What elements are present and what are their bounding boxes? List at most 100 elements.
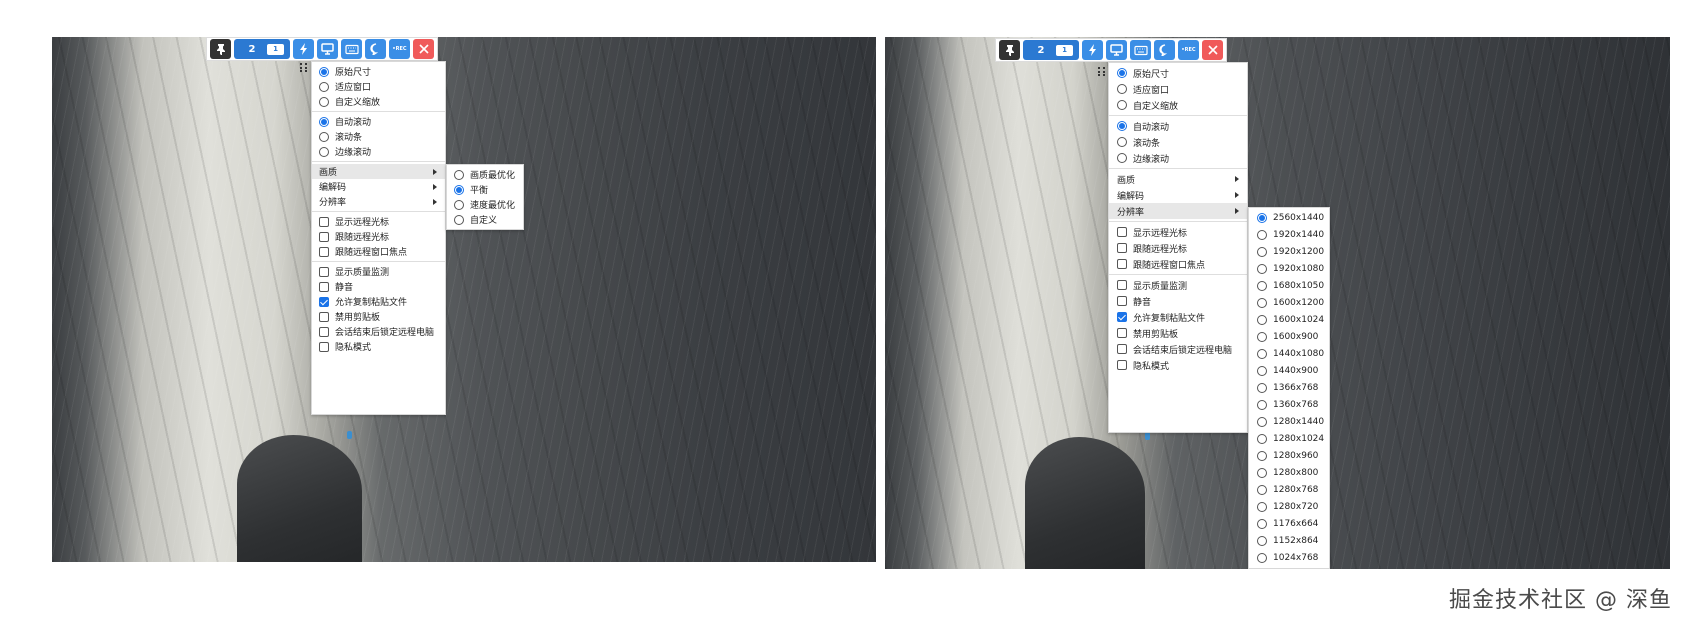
menu-item-show-remote-cursor[interactable]: 显示远程光标	[312, 214, 445, 229]
menu-item-scroll-bar[interactable]: 滚动条	[1109, 134, 1247, 150]
chat-icon	[369, 43, 378, 55]
drag-handle-icon[interactable]	[1098, 67, 1106, 77]
menu-item-scroll-auto[interactable]: 自动滚动	[312, 114, 445, 129]
resolution-option[interactable]: 1280x768	[1249, 482, 1329, 498]
menu-item-quality-monitor[interactable]: 显示质量监测	[1109, 277, 1247, 293]
record-button[interactable]: •REC	[1178, 40, 1199, 60]
menu-item-disable-clipboard[interactable]: 禁用剪贴板	[312, 309, 445, 324]
menu-item-scale-custom[interactable]: 自定义缩放	[1109, 97, 1247, 113]
radio-icon	[1257, 298, 1267, 308]
drag-handle-icon[interactable]	[300, 63, 308, 73]
menu-item-disable-clipboard[interactable]: 禁用剪贴板	[1109, 325, 1247, 341]
menu-item-follow-window-focus[interactable]: 跟随远程窗口焦点	[1109, 256, 1247, 272]
resolution-option[interactable]: 1176x664	[1249, 516, 1329, 532]
action-button[interactable]	[1082, 40, 1103, 60]
resolution-option[interactable]: 1024x768	[1249, 550, 1329, 566]
record-button[interactable]: •REC	[389, 39, 410, 59]
resolution-option[interactable]: 1600x1024	[1249, 312, 1329, 328]
menu-item-follow-remote-cursor[interactable]: 跟随远程光标	[1109, 240, 1247, 256]
resolution-option[interactable]: 1280x1440	[1249, 414, 1329, 430]
radio-icon	[1257, 349, 1267, 359]
menu-item-privacy-mode[interactable]: 隐私模式	[312, 339, 445, 354]
menu-item-resolution[interactable]: 分辨率	[312, 194, 445, 209]
resolution-option[interactable]: 1280x800	[1249, 465, 1329, 481]
quality-option-speed[interactable]: 速度最优化	[447, 197, 523, 212]
menu-item-allow-file-copy[interactable]: 允许复制粘贴文件	[312, 294, 445, 309]
menu-item-show-remote-cursor[interactable]: 显示远程光标	[1109, 224, 1247, 240]
chat-button[interactable]	[1154, 40, 1175, 60]
menu-item-scroll-edge[interactable]: 边缘滚动	[1109, 150, 1247, 166]
resolution-option[interactable]: 1920x1080	[1249, 261, 1329, 277]
keyboard-button[interactable]	[341, 39, 362, 59]
menu-item-scale-fit[interactable]: 适应窗口	[312, 79, 445, 94]
monitor-sub-number[interactable]: 1	[267, 43, 284, 55]
menu-item-allow-file-copy[interactable]: 允许复制粘贴文件	[1109, 309, 1247, 325]
menu-item-scroll-auto[interactable]: 自动滚动	[1109, 118, 1247, 134]
menu-item-scroll-edge[interactable]: 边缘滚动	[312, 144, 445, 159]
monitor-main-number: 2	[248, 43, 256, 55]
resolution-option[interactable]: 1152x864	[1249, 533, 1329, 549]
menu-item-lock-after-session[interactable]: 会话结束后锁定远程电脑	[312, 324, 445, 339]
resolution-option[interactable]: 1280x1024	[1249, 431, 1329, 447]
resolution-option[interactable]: 1600x1200	[1249, 295, 1329, 311]
checkbox-icon	[319, 326, 329, 337]
resolution-option[interactable]: 1440x1080	[1249, 346, 1329, 362]
menu-item-follow-remote-cursor[interactable]: 跟随远程光标	[312, 229, 445, 244]
radio-icon	[1117, 137, 1127, 147]
resolution-option[interactable]: 2560x1440	[1249, 210, 1329, 226]
menu-item-scale-custom[interactable]: 自定义缩放	[312, 94, 445, 109]
chat-button[interactable]	[365, 39, 386, 59]
resolution-option[interactable]: 1360x768	[1249, 397, 1329, 413]
pin-button[interactable]	[210, 39, 231, 59]
close-session-button[interactable]	[1202, 40, 1223, 60]
resolution-option[interactable]: 1680x1050	[1249, 278, 1329, 294]
menu-item-follow-window-focus[interactable]: 跟随远程窗口焦点	[312, 244, 445, 259]
menu-item-mute[interactable]: 静音	[312, 279, 445, 294]
resolution-option[interactable]: 1920x1440	[1249, 227, 1329, 243]
quality-option-custom[interactable]: 自定义	[447, 212, 523, 227]
menu-item-lock-after-session[interactable]: 会话结束后锁定远程电脑	[1109, 341, 1247, 357]
menu-item-privacy-mode[interactable]: 隐私模式	[1109, 357, 1247, 373]
pin-button[interactable]	[999, 40, 1020, 60]
menu-item-quality[interactable]: 画质	[1109, 171, 1247, 187]
monitor-switcher[interactable]: 2 1	[1023, 40, 1079, 60]
resolution-option[interactable]: 1280x960	[1249, 448, 1329, 464]
monitor-sub-number[interactable]: 1	[1056, 44, 1073, 56]
resolution-option[interactable]: 1280x720	[1249, 499, 1329, 515]
radio-icon	[1117, 121, 1127, 131]
radio-icon	[1257, 213, 1267, 223]
quality-option-best[interactable]: 画质最优化	[447, 167, 523, 182]
radio-icon	[1117, 153, 1127, 163]
quality-submenu: 画质最优化 平衡 速度最优化 自定义	[446, 164, 524, 230]
display-button[interactable]	[317, 39, 338, 59]
quality-option-balanced[interactable]: 平衡	[447, 182, 523, 197]
radio-icon	[1257, 383, 1267, 393]
menu-item-codec[interactable]: 编解码	[1109, 187, 1247, 203]
resolution-option[interactable]: 1440x900	[1249, 363, 1329, 379]
remote-screen-image	[52, 37, 876, 562]
menu-item-codec[interactable]: 编解码	[312, 179, 445, 194]
action-button[interactable]	[293, 39, 314, 59]
checkbox-checked-icon	[1117, 312, 1127, 322]
menu-item-quality-monitor[interactable]: 显示质量监测	[312, 264, 445, 279]
pin-icon	[1005, 45, 1014, 56]
menu-divider	[1109, 168, 1247, 169]
menu-item-quality[interactable]: 画质	[312, 164, 445, 179]
monitor-switcher[interactable]: 2 1	[234, 39, 290, 59]
menu-item-scale-original[interactable]: 原始尺寸	[1109, 65, 1247, 81]
menu-item-mute[interactable]: 静音	[1109, 293, 1247, 309]
resolution-option[interactable]: 1366x768	[1249, 380, 1329, 396]
checkbox-icon	[1117, 227, 1127, 237]
checkbox-icon	[1117, 259, 1127, 269]
display-button[interactable]	[1106, 40, 1127, 60]
menu-item-scale-fit[interactable]: 适应窗口	[1109, 81, 1247, 97]
menu-item-scale-original[interactable]: 原始尺寸	[312, 64, 445, 79]
menu-item-resolution[interactable]: 分辨率	[1109, 203, 1247, 219]
resolution-option[interactable]: 1600x900	[1249, 329, 1329, 345]
menu-item-scroll-bar[interactable]: 滚动条	[312, 129, 445, 144]
radio-icon	[454, 169, 464, 180]
radio-icon	[1117, 100, 1127, 110]
resolution-option[interactable]: 1920x1200	[1249, 244, 1329, 260]
keyboard-button[interactable]	[1130, 40, 1151, 60]
close-session-button[interactable]	[413, 39, 434, 59]
